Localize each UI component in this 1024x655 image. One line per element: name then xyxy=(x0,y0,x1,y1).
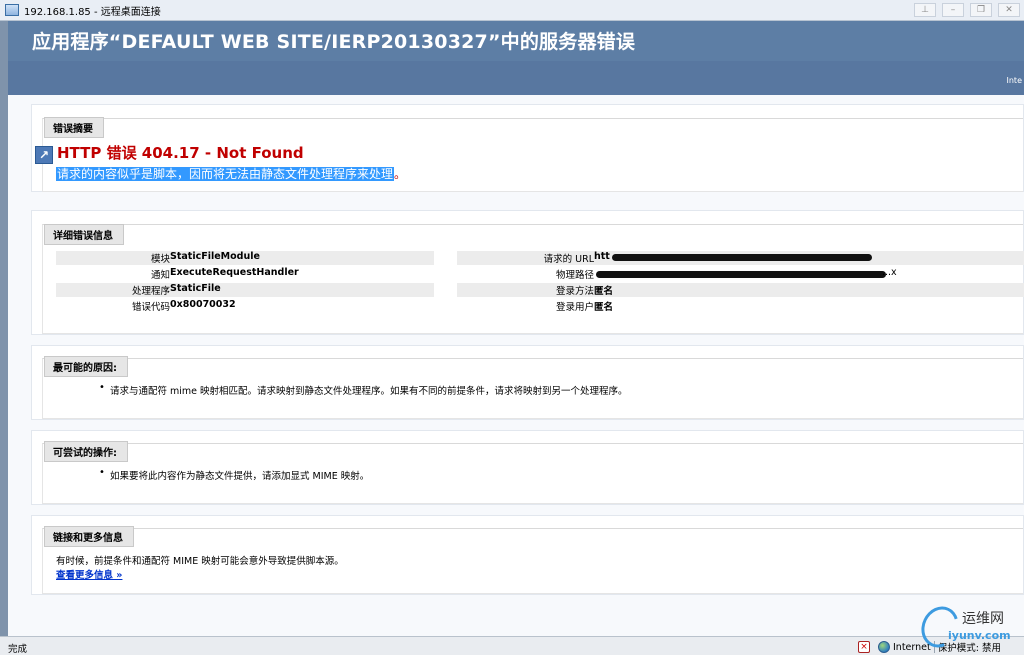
pin-icon[interactable]: ⊥ xyxy=(914,3,936,17)
watermark-swirl-icon xyxy=(914,600,966,654)
status-text: 完成 xyxy=(8,644,28,655)
window-controls: ⊥ – ❐ ✕ xyxy=(914,3,1020,17)
links-section: 链接和更多信息 有时候，前提条件和通配符 MIME 映射可能会意外导致提供脚本源… xyxy=(31,515,1024,595)
watermark-text: 运维网 xyxy=(962,611,1004,627)
watermark-logo: 运维网 iyunv.com xyxy=(914,600,1020,654)
window-left-edge xyxy=(0,21,8,636)
page-subheader: Inte xyxy=(8,61,1024,95)
page-header: 应用程序“DEFAULT WEB SITE/IERP20130327”中的服务器… xyxy=(8,21,1024,61)
detail-value: 0x80070032 xyxy=(170,299,236,310)
redaction-mark xyxy=(596,271,886,278)
detail-value: htt xyxy=(594,251,610,262)
restore-icon[interactable]: ❐ xyxy=(970,3,992,17)
minimize-icon[interactable]: – xyxy=(942,3,964,17)
section-legend: 可尝试的操作: xyxy=(44,441,128,462)
detail-value-tail: ...x xyxy=(882,267,897,278)
detail-value: StaticFileModule xyxy=(170,251,260,262)
detail-label: 通知 xyxy=(150,270,170,281)
detail-row-handler: StaticFile 处理程序 xyxy=(56,283,434,297)
detail-row-logon-method: 匿名 登录方法 xyxy=(457,283,1024,297)
error-summary-section: 错误摘要 ↗ HTTP 错误 404.17 - Not Found 请求的内容似… xyxy=(31,104,1024,192)
window-title: 192.168.1.85 - 远程桌面连接 xyxy=(24,6,161,18)
detail-label: 请求的 URL xyxy=(543,254,594,265)
detail-row-error-code: 0x80070032 错误代码 xyxy=(56,299,434,313)
error-description-line: 请求的内容似乎是脚本，因而将无法由静态文件处理程序来处理。 xyxy=(56,165,406,182)
list-item: 如果要将此内容作为静态文件提供，请添加显式 MIME 映射。 xyxy=(99,467,369,482)
detail-row-physical-path: 物理路径 ...x xyxy=(457,267,1024,281)
internet-zone-icon xyxy=(878,641,890,653)
error-content: 错误摘要 ↗ HTTP 错误 404.17 - Not Found 请求的内容似… xyxy=(8,95,1024,636)
close-icon[interactable]: ✕ xyxy=(998,3,1020,17)
page-title: 应用程序“DEFAULT WEB SITE/IERP20130327”中的服务器… xyxy=(32,31,636,53)
things-to-try-section: 可尝试的操作: 如果要将此内容作为静态文件提供，请添加显式 MIME 映射。 xyxy=(31,430,1024,505)
status-bar: 完成 × Internet 保护模式: 禁用 xyxy=(0,636,1024,655)
detailed-error-section: 详细错误信息 StaticFileModule 模块 ExecuteReques… xyxy=(31,210,1024,335)
subheader-text: Inte xyxy=(1006,76,1023,85)
detail-value: ExecuteRequestHandler xyxy=(170,267,299,278)
detail-value: 匿名 xyxy=(594,286,614,297)
blocked-content-icon[interactable]: × xyxy=(858,641,870,653)
detail-row-module: StaticFileModule 模块 xyxy=(56,251,434,265)
links-description: 有时候，前提条件和通配符 MIME 映射可能会意外导致提供脚本源。 xyxy=(56,556,344,567)
detail-value: StaticFile xyxy=(170,283,221,294)
detail-row-request-url: htt 请求的 URL xyxy=(457,251,1024,265)
section-legend: 最可能的原因: xyxy=(44,356,128,377)
list-item: 请求与通配符 mime 映射相匹配。请求映射到静态文件处理程序。如果有不同的前提… xyxy=(99,382,628,397)
detail-label: 登录方法 xyxy=(555,286,594,297)
expand-arrow-icon[interactable]: ↗ xyxy=(35,146,53,164)
detail-label: 模块 xyxy=(150,254,170,265)
remote-desktop-icon xyxy=(5,4,19,16)
likely-causes-section: 最可能的原因: 请求与通配符 mime 映射相匹配。请求映射到静态文件处理程序。… xyxy=(31,345,1024,420)
error-heading: HTTP 错误 404.17 - Not Found xyxy=(57,144,304,162)
detail-row-notification: ExecuteRequestHandler 通知 xyxy=(56,267,434,281)
remote-desktop-title-bar: 192.168.1.85 - 远程桌面连接 ⊥ – ❐ ✕ xyxy=(0,0,1024,21)
detail-row-logon-user: 匿名 登录用户 xyxy=(457,299,1024,313)
more-info-link[interactable]: 查看更多信息 » xyxy=(56,567,122,581)
watermark-domain: iyunv.com xyxy=(948,629,1011,642)
error-description-period: 。 xyxy=(394,167,407,181)
section-legend: 链接和更多信息 xyxy=(44,526,134,547)
section-legend: 错误摘要 xyxy=(44,117,104,138)
detail-value: 匿名 xyxy=(594,302,614,313)
detail-label: 物理路径 xyxy=(555,270,594,281)
detail-label: 处理程序 xyxy=(131,286,170,297)
error-description: 请求的内容似乎是脚本，因而将无法由静态文件处理程序来处理 xyxy=(56,167,395,181)
section-legend: 详细错误信息 xyxy=(44,224,124,245)
detail-label: 登录用户 xyxy=(555,302,594,313)
redaction-mark xyxy=(612,254,872,261)
detail-label: 错误代码 xyxy=(131,302,170,313)
